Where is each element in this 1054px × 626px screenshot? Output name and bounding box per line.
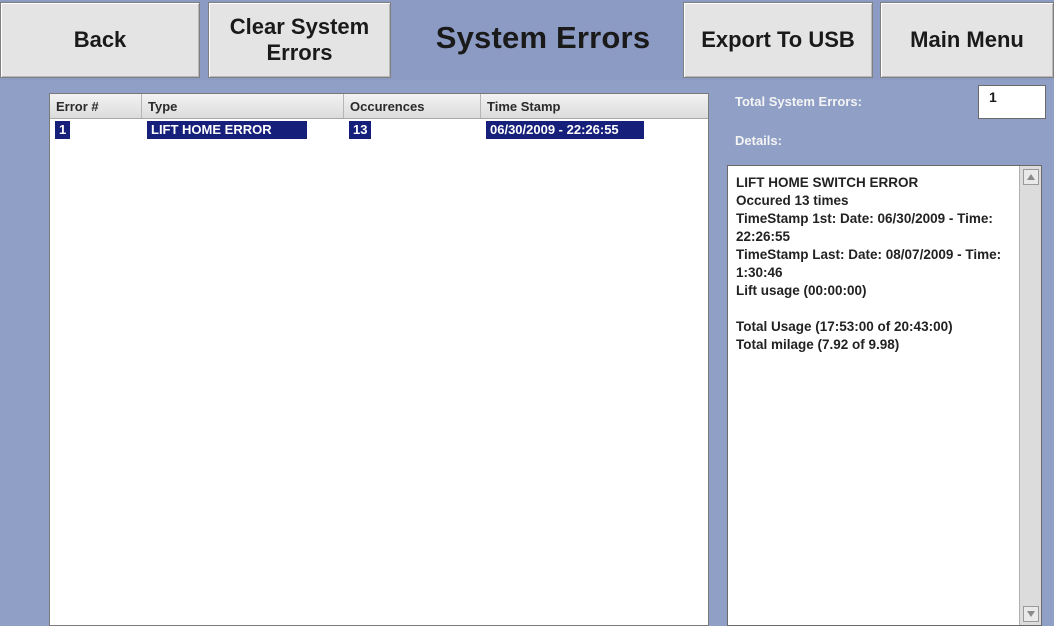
page-title: System Errors xyxy=(435,20,651,55)
details-scrollbar[interactable] xyxy=(1019,166,1041,625)
details-line: TimeStamp Last: Date: 08/07/2009 - Time: xyxy=(736,247,1002,262)
details-line: Total Usage (17:53:00 of 20:43:00) xyxy=(736,319,953,334)
cell-occurrences: 13 xyxy=(349,121,372,139)
total-errors-field: 1 xyxy=(978,85,1046,119)
export-button-label: Export To USB xyxy=(701,27,855,52)
export-to-usb-button[interactable]: Export To USB xyxy=(683,2,873,78)
table-header: Error # Type Occurences Time Stamp xyxy=(50,94,708,119)
cell-time-stamp: 06/30/2009 - 22:26:55 xyxy=(486,121,644,139)
errors-table[interactable]: Error # Type Occurences Time Stamp 1 LIF… xyxy=(49,93,709,626)
cell-error-number: 1 xyxy=(55,121,71,139)
column-header-occurrences[interactable]: Occurences xyxy=(344,94,481,118)
main-menu-button-label: Main Menu xyxy=(910,27,1024,52)
details-text: LIFT HOME SWITCH ERROR Occured 13 times … xyxy=(736,174,1024,354)
column-header-error-number[interactable]: Error # xyxy=(50,94,142,118)
cell-type: LIFT HOME ERROR xyxy=(147,121,307,139)
back-button-label: Back xyxy=(73,27,127,52)
details-line xyxy=(736,300,1024,318)
table-row[interactable]: 1 LIFT HOME ERROR 13 06/30/2009 - 22:26:… xyxy=(50,119,708,141)
clear-button-label-line1: Clear System xyxy=(229,14,370,39)
scroll-down-button[interactable] xyxy=(1023,606,1039,622)
details-panel[interactable]: LIFT HOME SWITCH ERROR Occured 13 times … xyxy=(727,165,1042,626)
arrow-down-icon xyxy=(1027,611,1035,617)
arrow-up-icon xyxy=(1027,174,1035,180)
main-menu-button[interactable]: Main Menu xyxy=(880,2,1054,78)
details-line: LIFT HOME SWITCH ERROR xyxy=(736,175,919,190)
details-line: TimeStamp 1st: Date: 06/30/2009 - Time: xyxy=(736,211,993,226)
toolbar: Back Clear System Errors System Errors E… xyxy=(0,0,1054,80)
back-button[interactable]: Back xyxy=(0,2,200,78)
scroll-up-button[interactable] xyxy=(1023,169,1039,185)
details-line: Lift usage (00:00:00) xyxy=(736,283,867,298)
details-line: 22:26:55 xyxy=(736,229,791,244)
clear-system-errors-button[interactable]: Clear System Errors xyxy=(208,2,391,78)
details-line: 1:30:46 xyxy=(736,265,783,280)
column-header-time-stamp[interactable]: Time Stamp xyxy=(481,94,708,118)
screen: Back Clear System Errors System Errors E… xyxy=(0,0,1054,626)
total-errors-label: Total System Errors: xyxy=(735,94,862,109)
details-line: Total milage (7.92 of 9.98) xyxy=(736,337,900,352)
column-header-type[interactable]: Type xyxy=(142,94,344,118)
details-line: Occured 13 times xyxy=(736,193,849,208)
clear-button-label-line2: Errors xyxy=(266,40,333,65)
details-label: Details: xyxy=(735,133,782,148)
